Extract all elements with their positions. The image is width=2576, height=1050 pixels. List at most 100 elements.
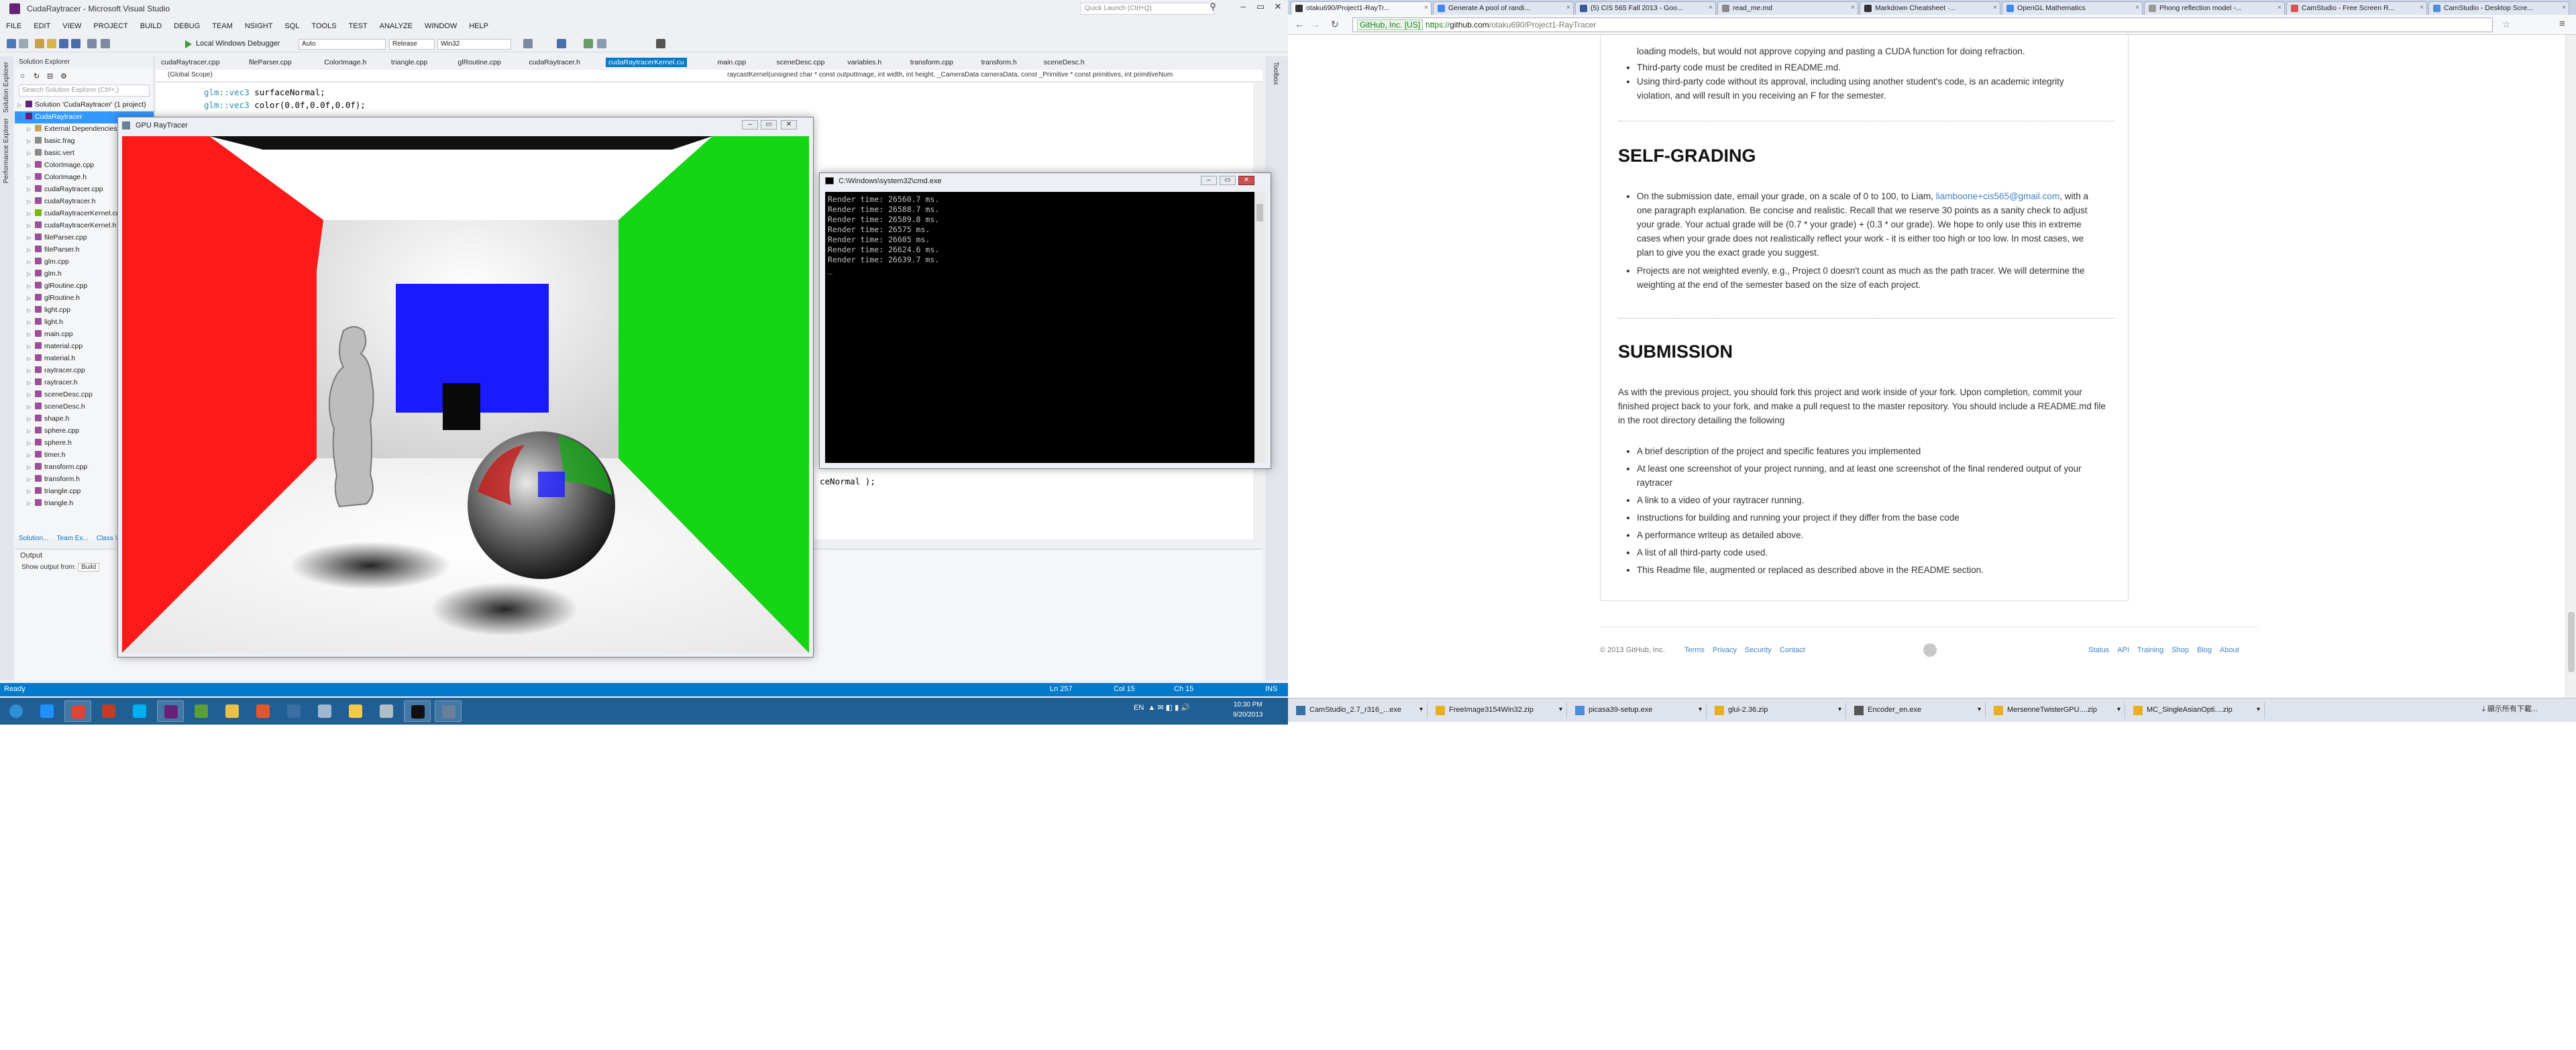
download-item[interactable]: FreeImage3154Win32.zip ▾: [1432, 702, 1567, 719]
maximize-button[interactable]: ▭: [761, 120, 777, 129]
panel-tab[interactable]: Solution...: [15, 533, 52, 544]
browser-tab[interactable]: Markdown Cheatsheet ·... ×: [1860, 1, 2000, 15]
breakpoint-icon[interactable]: [656, 39, 665, 48]
menu-icon[interactable]: ≡: [2559, 18, 2565, 30]
toolbar-tool-icon[interactable]: [523, 39, 533, 48]
menu-debug[interactable]: DEBUG: [168, 20, 206, 32]
tree-item[interactable]: ▷ Solution 'CudaRaytracer' (1 project): [15, 99, 154, 111]
download-menu-icon[interactable]: ▾: [1699, 706, 1702, 713]
minimize-button[interactable]: –: [1234, 1, 1252, 15]
solution-search-input[interactable]: Search Solution Explorer (Ctrl+;): [19, 85, 150, 97]
menu-analyze[interactable]: ANALYZE: [374, 20, 419, 32]
console-scrollbar[interactable]: [1254, 192, 1265, 463]
maximize-button[interactable]: ▭: [1220, 176, 1236, 185]
refresh-icon[interactable]: ↻: [34, 72, 40, 81]
expand-arrow-icon[interactable]: ▷: [27, 344, 35, 350]
search-icon[interactable]: ⚲: [1204, 1, 1222, 15]
download-item[interactable]: picasa39-setup.exe ▾: [1571, 702, 1707, 719]
download-menu-icon[interactable]: ▾: [1838, 706, 1841, 713]
menu-view[interactable]: VIEW: [56, 20, 87, 32]
footer-link[interactable]: Training: [2137, 646, 2163, 654]
doc-tab[interactable]: ColorImage.h: [321, 58, 369, 67]
browser-tab[interactable]: (5) CIS 565 Fall 2013 - Goo... ×: [1575, 1, 1716, 15]
star-icon[interactable]: ☆: [2502, 19, 2511, 30]
taskbar-cmd-button[interactable]: [404, 700, 431, 722]
page-scrollbar[interactable]: [2565, 35, 2576, 704]
close-tab-icon[interactable]: ×: [1566, 4, 1570, 11]
doc-tab[interactable]: sceneDesc.h: [1041, 58, 1087, 67]
expand-arrow-icon[interactable]: ▷: [27, 501, 35, 507]
auto-select[interactable]: Auto: [299, 39, 386, 50]
taskbar-visual-studio-button[interactable]: [157, 700, 184, 722]
expand-arrow-icon[interactable]: ▷: [27, 488, 35, 494]
browser-tab[interactable]: Phong reflection model -... ×: [2144, 1, 2285, 15]
collapse-icon[interactable]: ⊟: [47, 72, 53, 81]
reload-icon[interactable]: ↻: [1331, 19, 1339, 30]
taskbar-ie-button[interactable]: [34, 700, 60, 722]
taskbar-calendar-button[interactable]: [95, 700, 122, 722]
comment-icon[interactable]: [584, 39, 593, 48]
doc-tab[interactable]: fileParser.cpp: [246, 58, 294, 67]
save-icon[interactable]: [59, 39, 68, 48]
download-item[interactable]: glui-2.36.zip ▾: [1711, 702, 1846, 719]
footer-link[interactable]: Status: [2088, 646, 2109, 654]
browser-tab[interactable]: CamStudio - Desktop Scre... ×: [2428, 1, 2569, 15]
scroll-thumb[interactable]: [1256, 204, 1263, 221]
doc-tab[interactable]: sceneDesc.cpp: [774, 58, 828, 67]
tray-icons[interactable]: ▲ ✉ ◧ ▮ 🔊: [1148, 704, 1189, 712]
doc-tab[interactable]: transform.h: [979, 58, 1020, 67]
expand-arrow-icon[interactable]: ▷: [27, 331, 35, 337]
address-bar[interactable]: GitHub, Inc. [US] https://github.com/otak…: [1352, 17, 2493, 32]
taskbar-chrome-button[interactable]: [64, 700, 91, 722]
minimize-button[interactable]: –: [1201, 176, 1217, 185]
menu-test[interactable]: TEST: [343, 20, 374, 32]
expand-arrow-icon[interactable]: ▷: [27, 235, 35, 241]
maximize-button[interactable]: ▭: [1252, 1, 1269, 15]
doc-tab[interactable]: cudaRaytracer.cpp: [158, 58, 223, 67]
quick-launch-input[interactable]: Quick Launch (Ctrl+Q): [1080, 3, 1214, 15]
expand-arrow-icon[interactable]: ▷: [27, 247, 35, 253]
expand-arrow-icon[interactable]: ▷: [27, 138, 35, 144]
menu-project[interactable]: PROJECT: [87, 20, 133, 32]
language-indicator[interactable]: EN: [1134, 704, 1144, 712]
close-tab-icon[interactable]: ×: [2135, 4, 2139, 11]
download-menu-icon[interactable]: ▾: [2117, 706, 2121, 713]
taskbar-git-button[interactable]: [250, 700, 276, 722]
menu-tools[interactable]: TOOLS: [305, 20, 342, 32]
expand-arrow-icon[interactable]: ▷: [27, 404, 35, 410]
doc-tab[interactable]: triangle.cpp: [388, 58, 430, 67]
taskbar-explorer-button[interactable]: [219, 700, 246, 722]
taskbar-keys-button[interactable]: [342, 700, 369, 722]
download-menu-icon[interactable]: ▾: [1978, 706, 1981, 713]
doc-tab[interactable]: glRoutine.cpp: [455, 58, 504, 67]
expand-arrow-icon[interactable]: ▷: [27, 126, 35, 132]
download-menu-icon[interactable]: ▾: [1559, 706, 1562, 713]
configuration-select[interactable]: Release: [389, 39, 435, 50]
download-item[interactable]: CamStudio_2.7_r316_...exe ▾: [1292, 702, 1428, 719]
menu-sql[interactable]: SQL: [278, 20, 305, 32]
cmd-window[interactable]: C:\Windows\system32\cmd.exe – ▭ ✕ Render…: [819, 172, 1271, 469]
new-project-icon[interactable]: [35, 39, 44, 48]
expand-arrow-icon[interactable]: ▷: [27, 428, 35, 434]
output-source-select[interactable]: Build: [77, 563, 100, 572]
close-button[interactable]: ✕: [1269, 1, 1287, 15]
undo-icon[interactable]: [87, 39, 97, 48]
download-menu-icon[interactable]: ▾: [2257, 706, 2260, 713]
expand-arrow-icon[interactable]: ▷: [27, 295, 35, 301]
taskbar-remote-button[interactable]: [373, 700, 400, 722]
footer-link[interactable]: Terms: [1684, 646, 1705, 654]
browser-tab[interactable]: read_me.md ×: [1717, 1, 1858, 15]
browser-tab[interactable]: OpenGL Mathematics ×: [2002, 1, 2143, 15]
footer-link[interactable]: Shop: [2171, 646, 2189, 654]
footer-link[interactable]: Blog: [2197, 646, 2212, 654]
back-icon[interactable]: [7, 39, 16, 48]
expand-arrow-icon[interactable]: ▷: [27, 440, 35, 446]
save-all-icon[interactable]: [71, 39, 80, 48]
expand-arrow-icon[interactable]: ▷: [27, 416, 35, 422]
bookmark-icon[interactable]: [557, 39, 566, 48]
close-button[interactable]: ✕: [781, 120, 797, 129]
left-tab[interactable]: Solution Explorer: [3, 62, 10, 113]
taskbar-notepad-button[interactable]: [188, 700, 215, 722]
expand-arrow-icon[interactable]: ▷: [27, 307, 35, 313]
footer-link[interactable]: API: [2117, 646, 2129, 654]
